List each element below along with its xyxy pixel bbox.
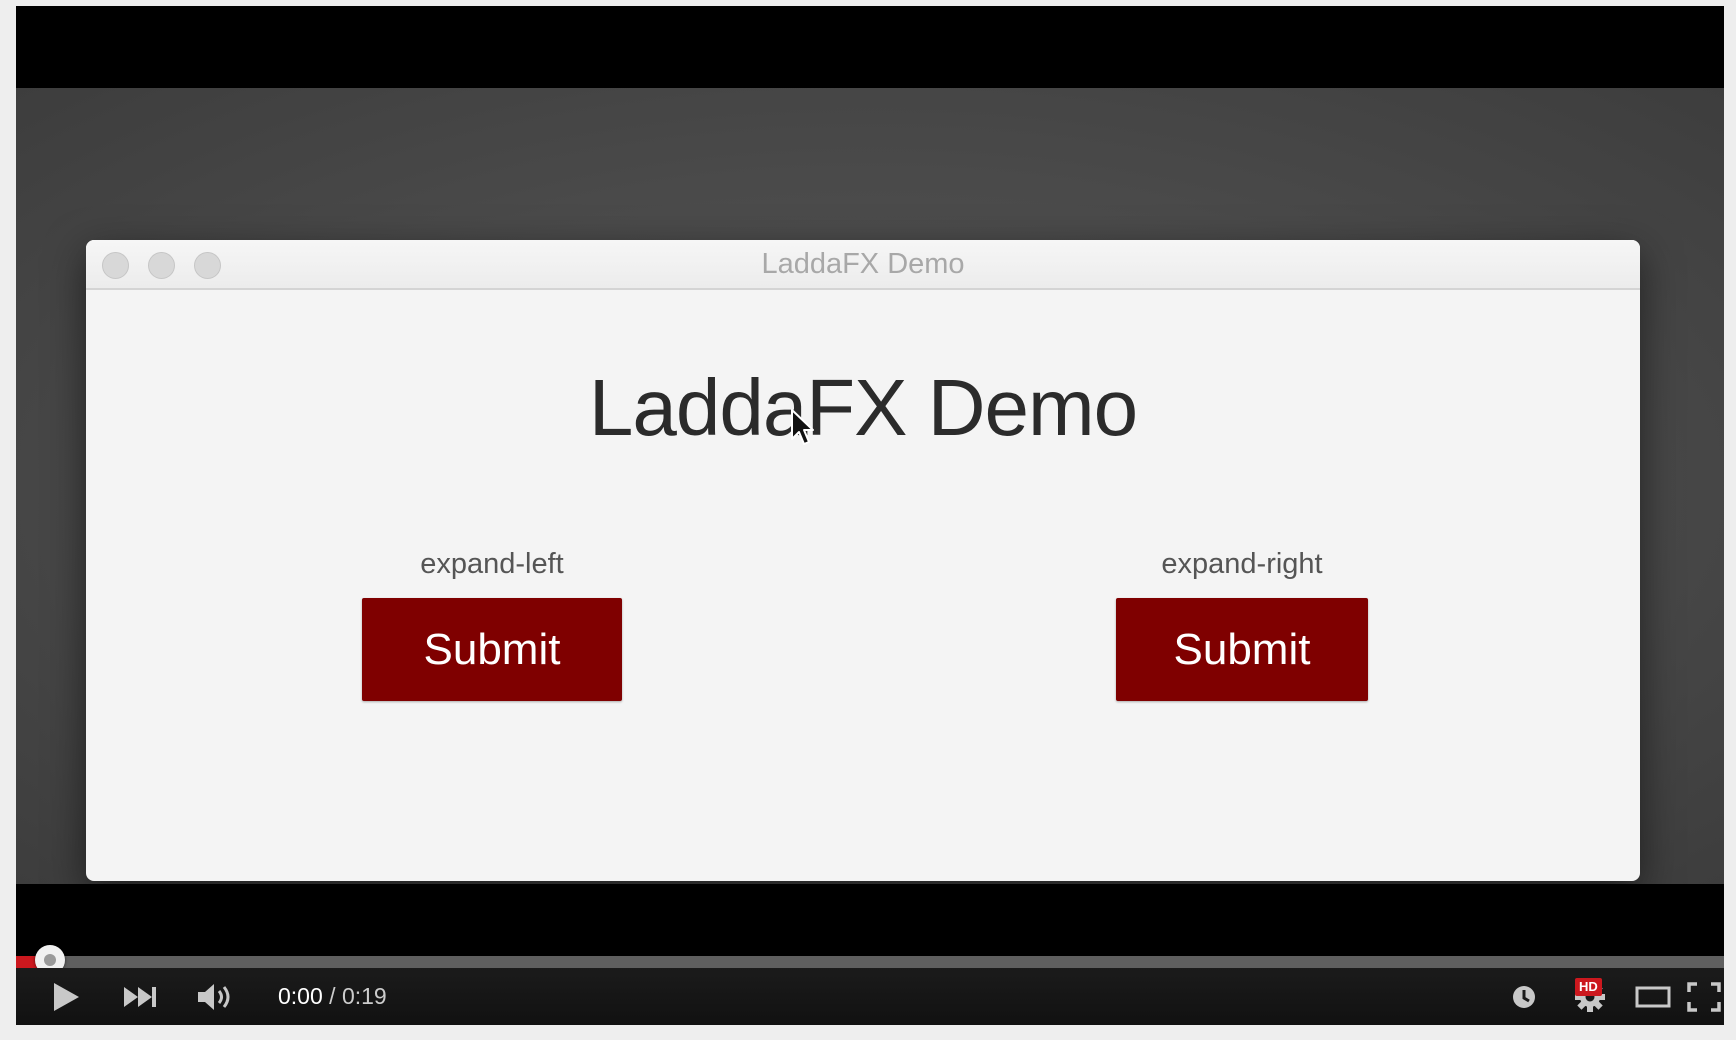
progress-bar[interactable]: [16, 945, 1724, 975]
expand-right-submit-button[interactable]: Submit: [1116, 598, 1368, 701]
window-title: LaddaFX Demo: [761, 248, 965, 280]
mouse-cursor-icon: [791, 409, 814, 445]
expand-left-demo: expand-left Submit: [362, 548, 622, 701]
video-player[interactable]: LaddaFX Demo LaddaFX Demo expand-left Su…: [16, 6, 1724, 1025]
video-area[interactable]: LaddaFX Demo LaddaFX Demo expand-left Su…: [16, 6, 1724, 958]
expand-left-label: expand-left: [420, 548, 564, 580]
app-window: LaddaFX Demo LaddaFX Demo expand-left Su…: [86, 240, 1640, 881]
window-content: LaddaFX Demo expand-left Submit expand-r…: [86, 290, 1640, 881]
expand-left-submit-button[interactable]: Submit: [362, 598, 622, 701]
settings-button[interactable]: [1566, 968, 1614, 1025]
theater-mode-icon: [1635, 986, 1671, 1007]
page-heading: LaddaFX Demo: [588, 363, 1138, 452]
player-controls: 0:00 / 0:19 HD: [16, 968, 1724, 1025]
play-icon: [54, 982, 79, 1011]
time-separator: /: [322, 983, 342, 1009]
next-icon: [124, 986, 156, 1007]
next-button[interactable]: [112, 968, 168, 1025]
theater-mode-button[interactable]: [1628, 968, 1678, 1025]
expand-right-demo: expand-right Submit: [1116, 548, 1368, 701]
fullscreen-icon: [1687, 981, 1721, 1012]
watch-later-icon: [1513, 985, 1535, 1008]
play-button[interactable]: [38, 968, 94, 1025]
video-frame: LaddaFX Demo LaddaFX Demo expand-left Su…: [16, 88, 1724, 884]
window-titlebar: LaddaFX Demo: [86, 240, 1640, 290]
fullscreen-button[interactable]: [1684, 968, 1724, 1025]
hd-badge: HD: [1575, 978, 1602, 996]
time-display: 0:00 / 0:19: [278, 968, 387, 1025]
volume-button[interactable]: [186, 968, 246, 1025]
expand-right-label: expand-right: [1161, 548, 1323, 580]
current-time: 0:00: [278, 983, 323, 1009]
watch-later-button[interactable]: [1502, 968, 1546, 1025]
volume-icon: [198, 983, 230, 1010]
duration: 0:19: [341, 983, 387, 1009]
